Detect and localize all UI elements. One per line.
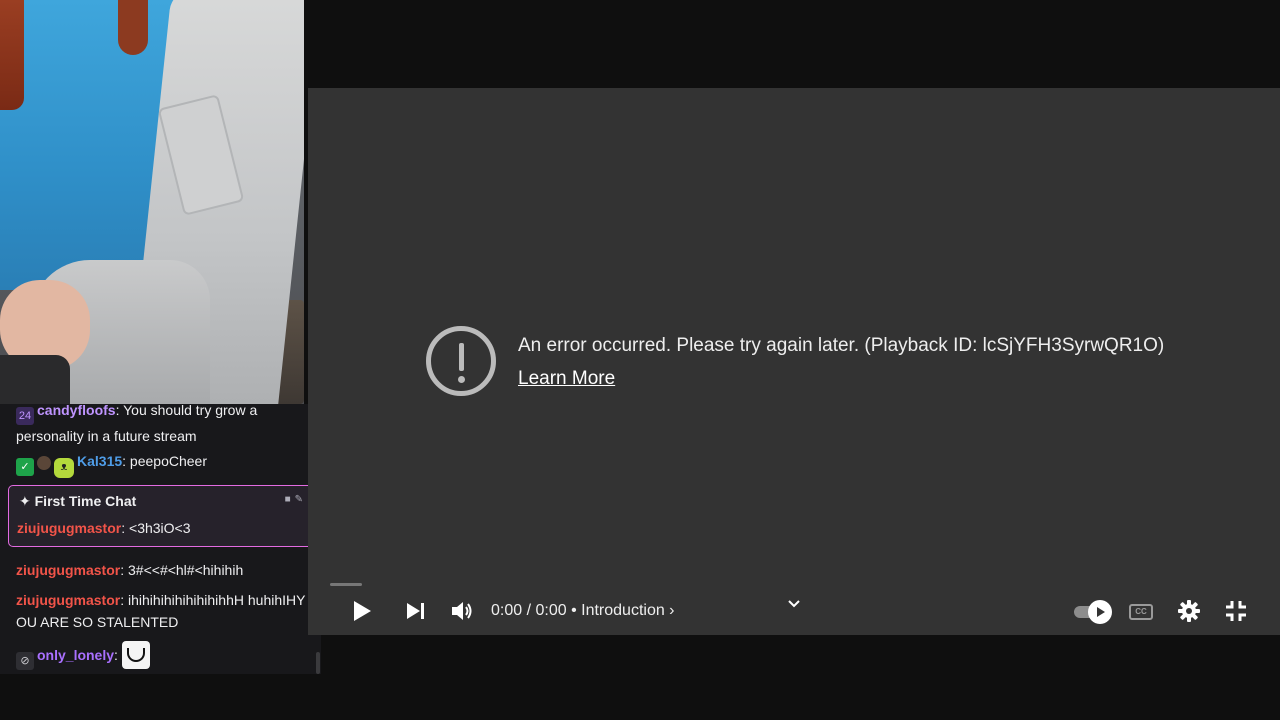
chat-message: 24 candyfloofs: You should try grow a per… — [16, 404, 258, 444]
chat-username[interactable]: only_lonely — [37, 647, 114, 663]
chat-text: <3h3iO<3 — [125, 520, 191, 536]
total-time: 0:00 — [535, 602, 567, 619]
play-icon — [354, 601, 371, 621]
error-message: An error occurred. Please try again late… — [518, 335, 1165, 356]
pin-icon[interactable]: ✎ — [295, 494, 307, 505]
webcam-feed — [0, 0, 304, 404]
cookie-badge-icon — [37, 456, 51, 470]
next-icon — [407, 603, 424, 619]
progress-bar[interactable] — [330, 583, 362, 586]
captions-icon: CC — [1135, 607, 1147, 616]
chat-username[interactable]: ziujugugmastor — [16, 562, 120, 578]
first-time-chat-header: ✦ First Time Chat — [19, 493, 137, 509]
autoplay-play-icon — [1097, 607, 1105, 617]
chat-message: ziujugugmastor: <3h3iO<3 — [17, 520, 191, 536]
chat-username[interactable]: candyfloofs — [37, 404, 116, 418]
captions-button[interactable]: CC — [1129, 604, 1153, 620]
chat-scrollbar[interactable] — [316, 652, 320, 674]
camera-icon[interactable]: ■ — [285, 494, 295, 505]
chat-text: peepoCheer — [126, 453, 207, 469]
settings-icon — [1178, 600, 1200, 622]
autoplay-knob[interactable] — [1088, 600, 1112, 624]
volume-icon — [452, 602, 472, 620]
hidden-eye-badge-icon: ⊘ — [16, 652, 34, 670]
sparkle-icon: ✦ — [19, 493, 31, 509]
learn-more-link[interactable]: Learn More — [518, 367, 615, 391]
chat-message: ziujugugmastor: 3#<<#<hl#<hihihih — [16, 562, 244, 578]
play-button[interactable] — [346, 595, 378, 627]
chevron-down-icon[interactable] — [786, 596, 802, 612]
chat-username[interactable]: Kal315 — [77, 453, 122, 469]
verified-badge-icon: ✓ — [16, 458, 34, 476]
exit-fullscreen-icon — [1226, 601, 1246, 621]
chat-username[interactable]: ziujugugmastor — [16, 592, 120, 608]
chat-panel: 24 candyfloofs: You should try grow a per… — [0, 404, 321, 674]
time-display: 0:00 / 0:00 • Introduction › — [491, 602, 675, 619]
chapter-button[interactable]: Introduction › — [581, 602, 674, 619]
chat-username[interactable]: ziujugugmastor — [17, 520, 121, 536]
screen: 24 candyfloofs: You should try grow a per… — [0, 0, 1280, 720]
next-button[interactable] — [400, 595, 432, 627]
settings-button[interactable] — [1173, 595, 1205, 627]
subscriber-badge-icon: 24 — [16, 407, 34, 425]
chat-text: 3#<<#<hl#<hihihih — [124, 562, 244, 578]
chat-message: ✓ ᴥ Kal315: peepoCheer — [16, 450, 306, 478]
grin-emote-icon[interactable] — [121, 641, 150, 669]
chat-message: ziujugugmastor: ihihihihihihihihihhH huh… — [16, 592, 306, 630]
current-time: 0:00 — [491, 602, 523, 619]
error-icon — [426, 326, 496, 396]
chat-message: ⊘ only_lonely: — [16, 641, 306, 670]
first-time-chat-card: ✦ First Time Chat ■✎ ziujugugmastor: <3h… — [8, 485, 316, 547]
volume-button[interactable] — [446, 595, 478, 627]
exit-fullscreen-button[interactable] — [1220, 595, 1252, 627]
cat-badge-icon: ᴥ — [54, 458, 74, 478]
video-player[interactable]: An error occurred. Please try again late… — [308, 88, 1280, 635]
